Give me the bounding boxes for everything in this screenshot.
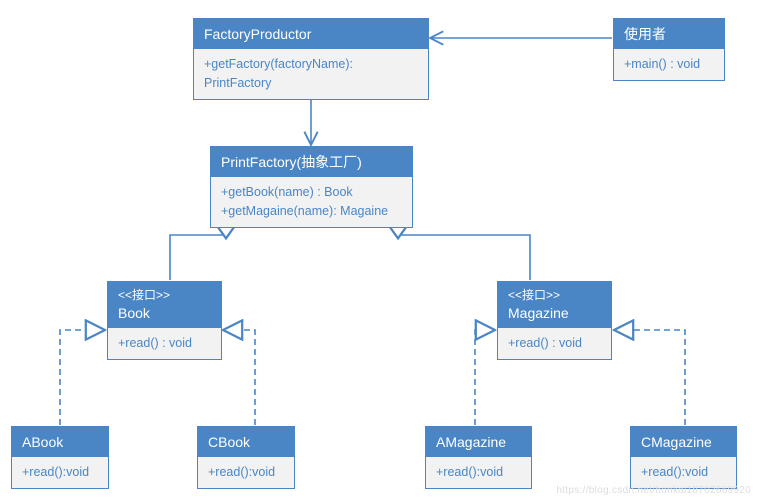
watermark-text: https://blog.csdn.net/honkai18702669920 (556, 485, 751, 496)
class-title: 使用者 (614, 19, 724, 49)
class-printfactory: PrintFactory(抽象工厂) +getBook(name) : Book… (210, 146, 413, 228)
edge-cbook-to-book (223, 330, 255, 425)
class-title: PrintFactory(抽象工厂) (211, 147, 412, 177)
class-user: 使用者 +main() : void (613, 18, 725, 81)
class-abook: ABook +read():void (11, 426, 109, 489)
stereotype-label: <<接口>> (118, 288, 211, 304)
class-methods: +read():void (12, 457, 108, 488)
class-title: <<接口>> Magazine (498, 282, 611, 328)
class-title: CBook (198, 427, 294, 457)
class-methods: +read():void (198, 457, 294, 488)
class-name-text: Magazine (508, 305, 569, 321)
class-methods: +getFactory(factoryName): PrintFactory (194, 49, 428, 99)
stereotype-label: <<接口>> (508, 288, 601, 304)
class-amagazine: AMagazine +read():void (425, 426, 532, 489)
class-factoryproductor: FactoryProductor +getFactory(factoryName… (193, 18, 429, 100)
class-cmagazine: CMagazine +read():void (630, 426, 737, 489)
class-title: FactoryProductor (194, 19, 428, 49)
class-methods: +read() : void (498, 328, 611, 359)
class-methods: +main() : void (614, 49, 724, 80)
edge-cmagazine-to-magazine (614, 330, 685, 425)
class-title: ABook (12, 427, 108, 457)
class-methods: +getBook(name) : Book +getMagaine(name):… (211, 177, 412, 227)
class-methods: +read() : void (108, 328, 221, 359)
edge-amagazine-to-magazine (475, 330, 495, 425)
class-methods: +read():void (631, 457, 736, 488)
method-row: +getBook(name) : Book (221, 183, 402, 202)
class-methods: +read():void (426, 457, 531, 488)
class-title: <<接口>> Book (108, 282, 221, 328)
edge-abook-to-book (60, 330, 105, 425)
class-title: AMagazine (426, 427, 531, 457)
class-name-text: Book (118, 305, 150, 321)
method-row: +getMagaine(name): Magaine (221, 202, 402, 221)
class-book: <<接口>> Book +read() : void (107, 281, 222, 360)
class-title: CMagazine (631, 427, 736, 457)
class-magazine: <<接口>> Magazine +read() : void (497, 281, 612, 360)
class-cbook: CBook +read():void (197, 426, 295, 489)
edge-magazine-to-printfactory (398, 216, 530, 280)
